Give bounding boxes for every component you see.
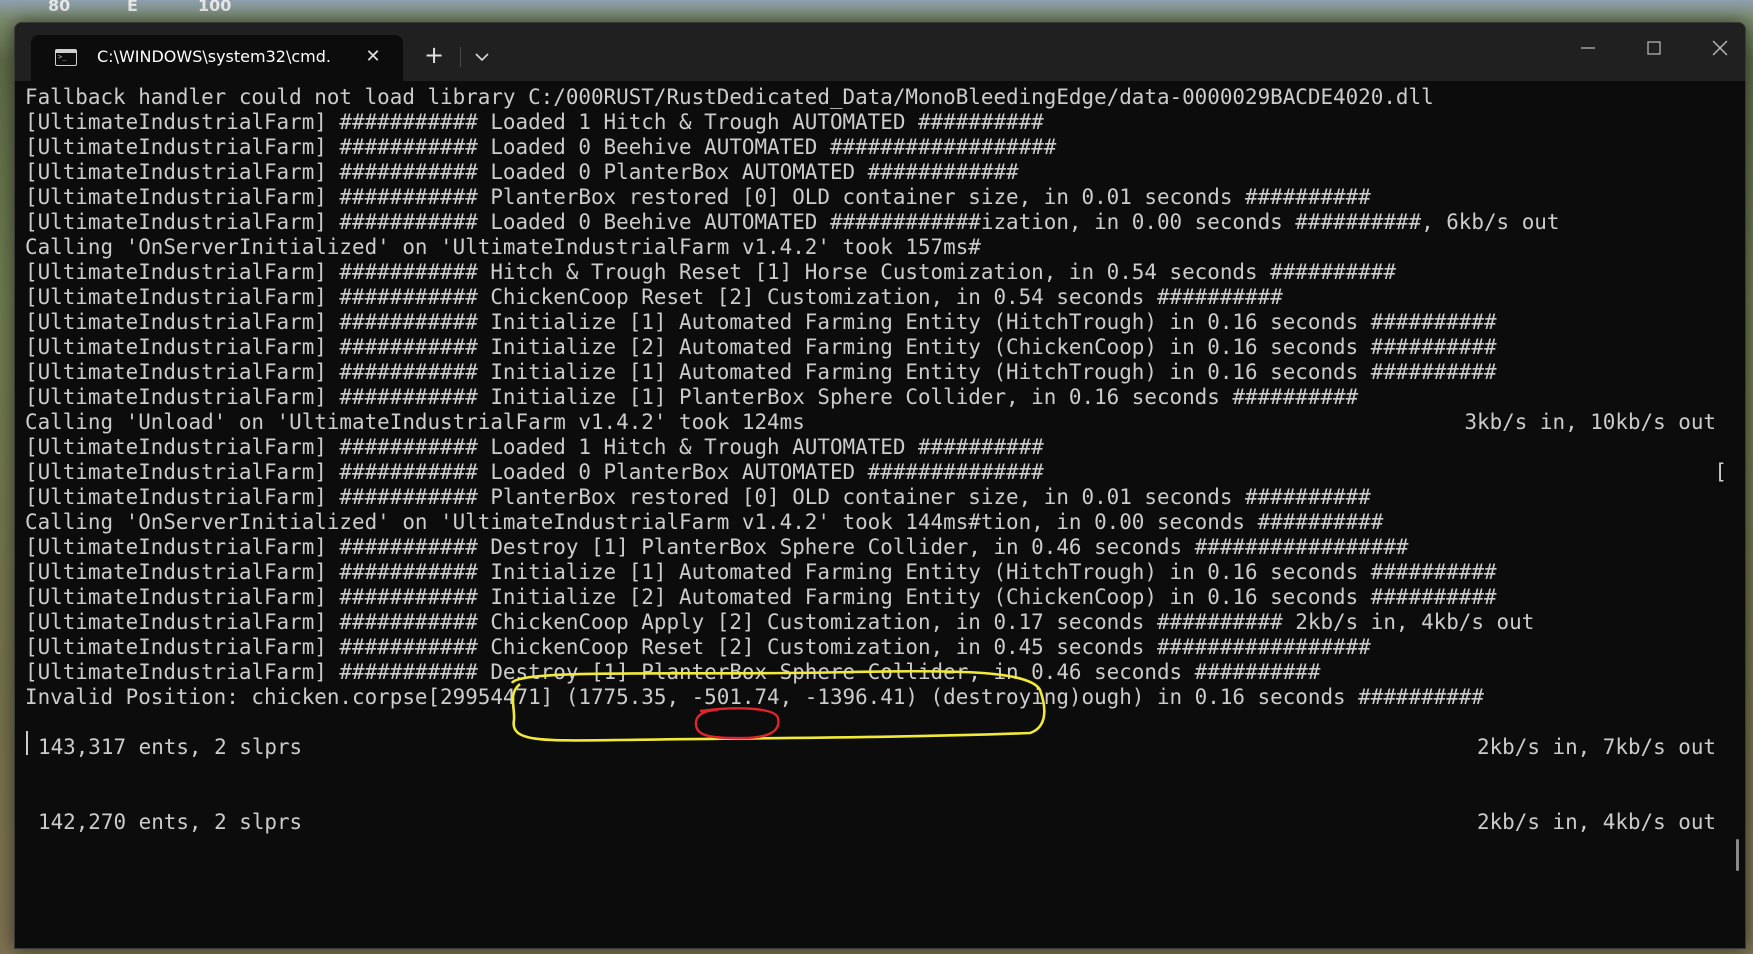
console-line: [UltimateIndustrialFarm] ########### Ini… bbox=[25, 335, 1497, 359]
console-output[interactable]: Fallback handler could not load library … bbox=[15, 81, 1745, 948]
maximize-icon[interactable] bbox=[1631, 33, 1677, 63]
terminal-window: C:\WINDOWS\system32\cmd. ✕ + Fallback ha… bbox=[14, 22, 1746, 949]
tab-separator bbox=[460, 47, 461, 67]
title-bar[interactable]: C:\WINDOWS\system32\cmd. ✕ + bbox=[15, 23, 1745, 81]
network-rate: 3kb/s in, 10kb/s out bbox=[1464, 410, 1716, 434]
console-line: Fallback handler could not load library … bbox=[25, 85, 1434, 109]
server-status-network: 2kb/s in, 7kb/s out bbox=[1477, 735, 1716, 759]
console-line: [UltimateIndustrialFarm] ########### Pla… bbox=[25, 485, 1371, 509]
server-status-network: 2kb/s in, 4kb/s out bbox=[1477, 810, 1716, 834]
console-line: [UltimateIndustrialFarm] ########### Des… bbox=[25, 535, 1409, 559]
console-line: [UltimateIndustrialFarm] ########### Des… bbox=[25, 660, 1321, 684]
hud-compass-100: 100 bbox=[198, 0, 232, 15]
console-line: Calling 'OnServerInitialized' on 'Ultima… bbox=[25, 235, 981, 259]
console-line: [UltimateIndustrialFarm] ########### Loa… bbox=[25, 110, 1044, 134]
terminal-icon bbox=[55, 49, 77, 66]
minimize-icon[interactable] bbox=[1565, 33, 1611, 63]
console-line: Invalid Position: chicken.corpse[2995447… bbox=[25, 685, 1484, 709]
hud-compass-80: 80 bbox=[48, 0, 71, 15]
console-line: [UltimateIndustrialFarm] ########### Loa… bbox=[25, 210, 1560, 234]
tab-cmd[interactable]: C:\WINDOWS\system32\cmd. ✕ bbox=[31, 35, 403, 81]
scrollbar-thumb[interactable] bbox=[1736, 839, 1739, 871]
console-line: [UltimateIndustrialFarm] ########### Ini… bbox=[25, 360, 1497, 384]
console-line: [UltimateIndustrialFarm] ########### Loa… bbox=[25, 460, 1044, 484]
console-line-highlighted: [UltimateIndustrialFarm] ########### Chi… bbox=[25, 610, 1535, 634]
console-line: [UltimateIndustrialFarm] ########### Loa… bbox=[25, 160, 1019, 184]
console-line: Calling 'Unload' on 'UltimateIndustrialF… bbox=[25, 410, 805, 434]
console-line: [UltimateIndustrialFarm] ########### Ini… bbox=[25, 310, 1497, 334]
console-line: [UltimateIndustrialFarm] ########### Pla… bbox=[25, 185, 1371, 209]
console-line: Calling 'OnServerInitialized' on 'Ultima… bbox=[25, 510, 1384, 534]
console-line: [UltimateIndustrialFarm] ########### Loa… bbox=[25, 135, 1057, 159]
bracket-fragment: [ bbox=[1714, 460, 1727, 484]
console-line-highlighted: [UltimateIndustrialFarm] ########### Chi… bbox=[25, 635, 1371, 659]
server-status-entities: 143,317 ents, 2 slprs bbox=[38, 735, 303, 759]
console-line: [UltimateIndustrialFarm] ########### Hit… bbox=[25, 260, 1396, 284]
tab-close-icon[interactable]: ✕ bbox=[361, 45, 385, 69]
console-line: [UltimateIndustrialFarm] ########### Ini… bbox=[25, 585, 1497, 609]
hud-compass-e: E bbox=[127, 0, 138, 15]
console-line: [UltimateIndustrialFarm] ########### Loa… bbox=[25, 435, 1044, 459]
server-status-entities: 142,270 ents, 2 slprs bbox=[38, 810, 303, 834]
chevron-down-icon[interactable] bbox=[467, 43, 497, 71]
new-tab-button[interactable]: + bbox=[419, 41, 449, 71]
tab-title: C:\WINDOWS\system32\cmd. bbox=[97, 47, 331, 66]
text-cursor bbox=[26, 731, 28, 755]
console-line: [UltimateIndustrialFarm] ########### Ini… bbox=[25, 560, 1497, 584]
console-line: [UltimateIndustrialFarm] ########### Ini… bbox=[25, 385, 1359, 409]
close-window-icon[interactable] bbox=[1697, 33, 1743, 63]
console-line: [UltimateIndustrialFarm] ########### Chi… bbox=[25, 285, 1283, 309]
